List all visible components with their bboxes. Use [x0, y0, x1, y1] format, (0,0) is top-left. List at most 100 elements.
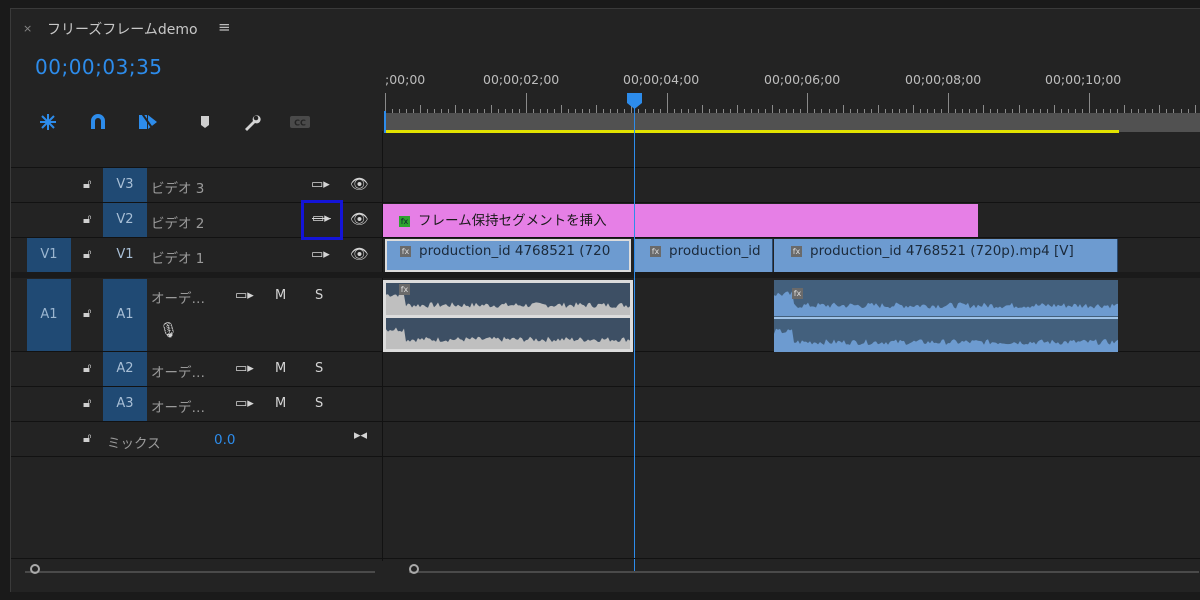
clip-freeze-frame[interactable]: fx フレーム保持セグメントを挿入 [383, 204, 978, 237]
lock-icon[interactable]: 🔓︎ [83, 177, 91, 192]
lock-icon[interactable]: 🔓︎ [83, 306, 91, 321]
sync-lock-icon[interactable]: ▭▸ [235, 396, 254, 411]
sync-lock-icon[interactable]: ▭▸ [235, 361, 254, 376]
in-point-marker [384, 111, 386, 133]
track-label-a2[interactable]: A2 [103, 352, 147, 386]
track-name-v2[interactable]: ビデオ 2 [151, 212, 204, 232]
sync-lock-icon[interactable]: ▭▸ [311, 177, 330, 192]
clip-name: production_id 4768521 (720 [419, 243, 611, 259]
mix-track-name: ミックス [107, 436, 161, 452]
header-scroll-knob[interactable] [30, 564, 40, 574]
go-to-in-out-icon[interactable]: ▸◂ [354, 428, 367, 443]
track-label-a3[interactable]: A3 [103, 387, 147, 421]
track-label-a1[interactable]: A1 [103, 279, 147, 351]
track-name-v3[interactable]: ビデオ 3 [151, 177, 204, 197]
ruler-label-1: 00;00;02;00 [483, 72, 560, 87]
clip-name: フレーム保持セグメントを挿入 [418, 213, 607, 229]
track-header-a1: A1 🔓︎ A1 オーデ… ▭▸ M S 🎙︎ [11, 279, 383, 351]
fx-badge: fx [650, 245, 661, 257]
mute-button[interactable]: M [275, 361, 286, 376]
playhead-line[interactable] [634, 101, 635, 571]
track-header-v1: V1 🔓︎ V1 ビデオ 1 ▭▸ 👁︎ [11, 238, 383, 272]
track-name-a1[interactable]: オーデ… [151, 287, 205, 307]
source-target-a1[interactable]: A1 [27, 279, 71, 351]
mix-volume-value[interactable]: 0.0 [214, 432, 235, 448]
captions-icon[interactable]: CC [287, 109, 313, 135]
add-marker-icon[interactable] [192, 109, 218, 135]
track-header-mix: 🔓︎ ミックス 0.0 ▸◂ [11, 422, 383, 456]
ruler-label-0: ;00;00 [385, 72, 426, 87]
timeline-scroll-knob[interactable] [409, 564, 419, 574]
clip-v1-a[interactable]: fx production_id 4768521 (720 [385, 239, 631, 272]
sequence-tab-title[interactable]: フリーズフレームdemo [47, 19, 198, 39]
svg-text:CC: CC [294, 119, 306, 128]
lock-icon[interactable]: 🔓︎ [83, 396, 91, 411]
track-label-v3[interactable]: V3 [103, 168, 147, 202]
playhead-timecode[interactable]: 00;00;03;35 [35, 55, 163, 79]
lock-icon[interactable]: 🔓︎ [83, 361, 91, 376]
track-header-v3: 🔓︎ V3 ビデオ 3 ▭▸ 👁︎ [11, 168, 383, 202]
fx-badge: fx [399, 284, 410, 295]
track-label-v1[interactable]: V1 [103, 247, 147, 262]
waveform [774, 291, 1118, 316]
mute-button[interactable]: M [275, 396, 286, 411]
ruler-tick [525, 93, 527, 115]
ruler-tick [948, 93, 950, 115]
fx-badge: fx [400, 245, 411, 257]
sync-lock-icon[interactable]: ▭▸ [311, 247, 330, 262]
waveform-right [386, 318, 630, 349]
ruler-tick [666, 93, 668, 115]
waveform-shape [386, 292, 630, 315]
eye-icon[interactable]: 👁︎ [350, 210, 369, 228]
eye-icon[interactable]: 👁︎ [350, 175, 369, 193]
track-name-a2[interactable]: オーデ… [151, 361, 205, 381]
header-scroll-track[interactable] [25, 571, 375, 573]
solo-button[interactable]: S [315, 288, 323, 303]
track-header-a2: 🔓︎ A2 オーデ… ▭▸ M S [11, 352, 383, 386]
timeline-scroll-track[interactable] [409, 571, 1199, 573]
clip-v1-b[interactable]: fx production_id [635, 239, 773, 272]
close-tab-icon[interactable]: × [23, 22, 32, 35]
lock-icon[interactable]: 🔓︎ [83, 212, 91, 227]
lock-icon[interactable]: 🔓︎ [83, 247, 91, 262]
work-area-range[interactable] [385, 130, 1119, 133]
sync-lock-icon[interactable]: ▭▸ [235, 288, 254, 303]
source-target-v1[interactable]: V1 [27, 238, 71, 272]
ruler-label-3: 00;00;06;00 [764, 72, 841, 87]
eye-icon[interactable]: 👁︎ [350, 245, 369, 263]
track-header-v2: 🔓︎ V2 ビデオ 2 ▭▸ 👁︎ [11, 200, 383, 240]
video-audio-divider[interactable] [11, 272, 1200, 278]
nest-sequence-icon[interactable] [35, 109, 61, 135]
clip-name: production_id 4768521 (720p).mp4 [V] [810, 243, 1074, 259]
waveform-shape [386, 327, 630, 349]
ruler-tick [807, 93, 809, 115]
linked-selection-icon[interactable] [135, 109, 161, 135]
microphone-icon[interactable]: 🎙︎ [159, 321, 178, 339]
clip-a1-a[interactable]: fx [383, 280, 633, 352]
timeline-tab-bar: × フリーズフレームdemo ≡ [11, 9, 1200, 47]
waveform-shape [774, 291, 1118, 316]
work-area-bar[interactable] [385, 113, 1200, 133]
waveform-left [386, 283, 630, 315]
clip-v1-c[interactable]: fx production_id 4768521 (720p).mp4 [V] [774, 239, 1118, 272]
track-name-v1[interactable]: ビデオ 1 [151, 247, 204, 267]
wrench-settings-icon[interactable] [239, 109, 265, 135]
clip-a1-b[interactable]: fx [774, 280, 1118, 352]
track-label-v2[interactable]: V2 [103, 203, 147, 237]
waveform-shape [774, 328, 1118, 352]
solo-button[interactable]: S [315, 396, 323, 411]
fx-badge: fx [791, 245, 802, 257]
lock-icon[interactable]: 🔓︎ [83, 431, 91, 446]
mute-button[interactable]: M [275, 288, 286, 303]
solo-button[interactable]: S [315, 361, 323, 376]
panel-menu-icon[interactable]: ≡ [218, 18, 231, 36]
fx-badge: fx [399, 215, 410, 227]
waveform [774, 328, 1118, 352]
waveform [386, 292, 630, 315]
clip-name: production_id [669, 243, 761, 259]
sync-lock-off-icon: ▭▸ [312, 211, 331, 226]
waveform [386, 327, 630, 349]
snap-magnet-icon[interactable] [85, 109, 111, 135]
track-name-a3[interactable]: オーデ… [151, 396, 205, 416]
sync-lock-highlight[interactable]: ▭▸ [301, 200, 343, 240]
